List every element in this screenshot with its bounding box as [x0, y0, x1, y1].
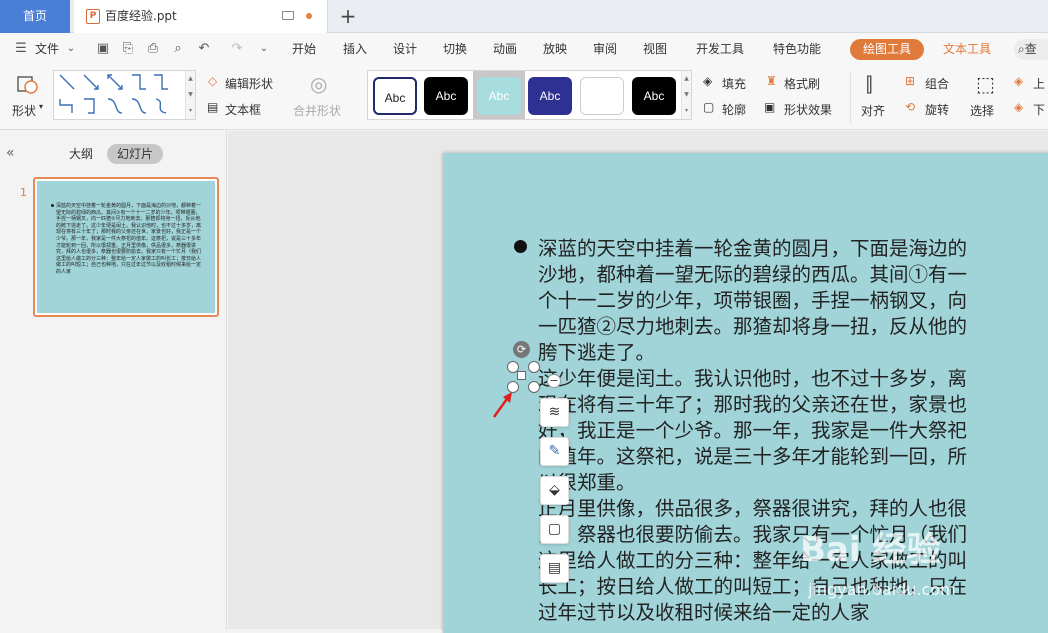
pencil-icon: ✎ — [548, 443, 561, 459]
rotate-handle-icon[interactable]: ⟳ — [513, 341, 530, 358]
watermark-brand: Bai 经验 — [800, 530, 941, 570]
layers-icon: ≋ — [548, 404, 561, 420]
text-wrap-float-button[interactable]: ▤ — [540, 554, 569, 583]
fill-bucket-icon: ⬙ — [549, 482, 560, 498]
layers-button[interactable]: ≋ — [540, 398, 569, 427]
watermark-url: jingyan.baidu.com — [808, 580, 956, 599]
edit-button[interactable]: ✎ — [540, 437, 569, 466]
outline-box-icon: ▢ — [547, 521, 562, 537]
resize-handle[interactable] — [528, 381, 540, 393]
fill-float-button[interactable]: ⬙ — [540, 476, 569, 505]
text-wrap-icon: ▤ — [547, 560, 562, 576]
collapse-toolbar-icon[interactable]: − — [547, 374, 561, 388]
baidu-watermark: Bai 经验 jingyan.baidu.com — [800, 522, 1040, 612]
center-handle[interactable] — [517, 371, 526, 380]
red-arrow-icon — [492, 392, 512, 418]
resize-handle[interactable] — [528, 361, 540, 373]
outline-float-button[interactable]: ▢ — [540, 515, 569, 544]
